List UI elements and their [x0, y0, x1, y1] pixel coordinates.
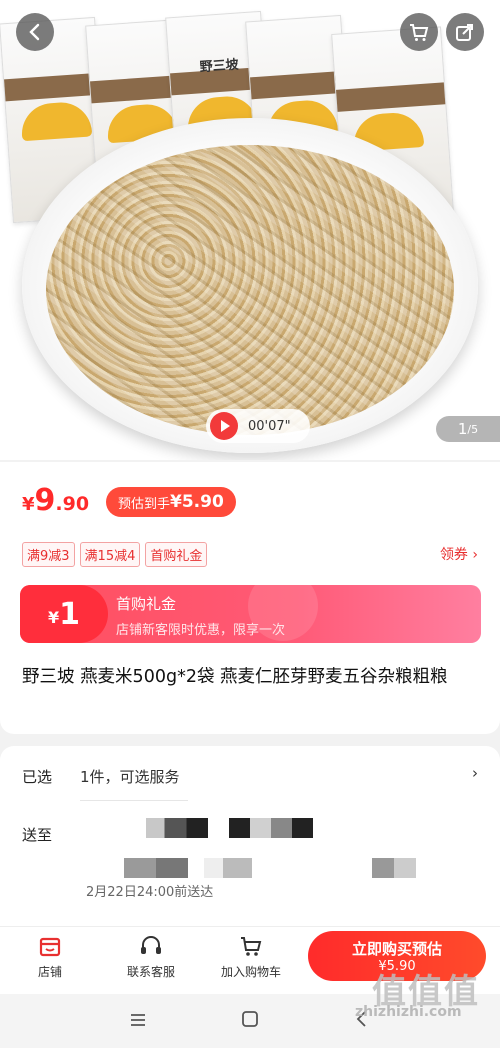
watermark-url: zhizhizhi.com: [355, 1004, 462, 1020]
first-purchase-gift-banner[interactable]: ¥ 1 首购礼金 店铺新客限时优惠，限享一次: [20, 585, 481, 643]
coupon-tag[interactable]: 首购礼金: [145, 542, 208, 567]
gift-amount: ¥ 1: [20, 585, 108, 643]
price-decimal: .90: [55, 493, 90, 515]
gift-title: 首购礼金: [116, 595, 177, 613]
image-counter-total: /5: [467, 422, 479, 436]
video-duration: 00'07": [248, 418, 291, 434]
product-page: 野三坡 00'07" 1/5 ¥ 9 .90 预估到手 ¥5.90 满9减3 满…: [0, 0, 500, 1048]
coupon-list: 满9减3 满15减4 首购礼金: [22, 542, 208, 567]
gift-amount-value: 1: [59, 596, 80, 632]
store-tab-label: 店铺: [37, 965, 62, 979]
headset-icon: [141, 936, 161, 954]
cart-icon: [410, 24, 429, 41]
store-icon: [39, 937, 61, 957]
play-icon: [210, 412, 238, 440]
price: ¥ 9 .90: [22, 483, 89, 518]
back-button[interactable]: [16, 13, 54, 51]
estimate-value: ¥5.90: [170, 492, 224, 512]
package-brand-text: 野三坡: [199, 57, 240, 76]
product-image-carousel[interactable]: 野三坡 00'07" 1/5: [0, 0, 500, 460]
coupon-tag[interactable]: 满15减4: [79, 542, 141, 567]
cart-icon: [241, 937, 262, 956]
estimate-label: 预估到手: [118, 496, 171, 512]
estimated-price-badge: 预估到手 ¥5.90: [106, 487, 236, 517]
get-coupon-link[interactable]: 领券 ›: [440, 544, 478, 564]
oats-image: [46, 145, 454, 435]
customer-service-tab[interactable]: 联系客服: [106, 933, 196, 980]
product-title: 野三坡 燕麦米500g*2袋 燕麦仁胚芽野麦五谷杂粮粗粮: [22, 667, 448, 687]
cart-button[interactable]: [400, 13, 438, 51]
image-counter: 1/5: [436, 416, 500, 442]
coupon-tag[interactable]: 满9减3: [22, 542, 75, 567]
video-play-button[interactable]: 00'07": [206, 409, 310, 443]
add-to-cart-tab[interactable]: 加入购物车: [206, 933, 296, 980]
add-to-cart-tab-label: 加入购物车: [220, 965, 281, 979]
menu-icon[interactable]: [128, 1010, 148, 1030]
image-counter-current: 1: [457, 420, 468, 438]
selected-label: 已选: [22, 768, 53, 786]
chevron-left-icon: [29, 23, 40, 41]
selected-value[interactable]: 1件，可选服务: [80, 766, 180, 787]
gift-currency: ¥: [47, 607, 60, 627]
price-integer: 9: [34, 483, 56, 518]
gift-subtitle: 店铺新客限时优惠，限享一次: [116, 623, 286, 638]
store-tab[interactable]: 店铺: [5, 933, 95, 980]
divider: [80, 800, 188, 801]
ship-to-label: 送至: [22, 826, 53, 844]
delivery-estimate: 2月22日24:00前送达: [86, 885, 214, 900]
price-currency: ¥: [22, 494, 35, 515]
share-icon: [456, 24, 473, 41]
home-icon[interactable]: [240, 1009, 260, 1029]
buy-now-label: 立即购买预估: [351, 940, 442, 958]
chevron-right-icon[interactable]: ›: [472, 764, 478, 782]
share-button[interactable]: [446, 13, 484, 51]
customer-service-tab-label: 联系客服: [126, 965, 175, 979]
